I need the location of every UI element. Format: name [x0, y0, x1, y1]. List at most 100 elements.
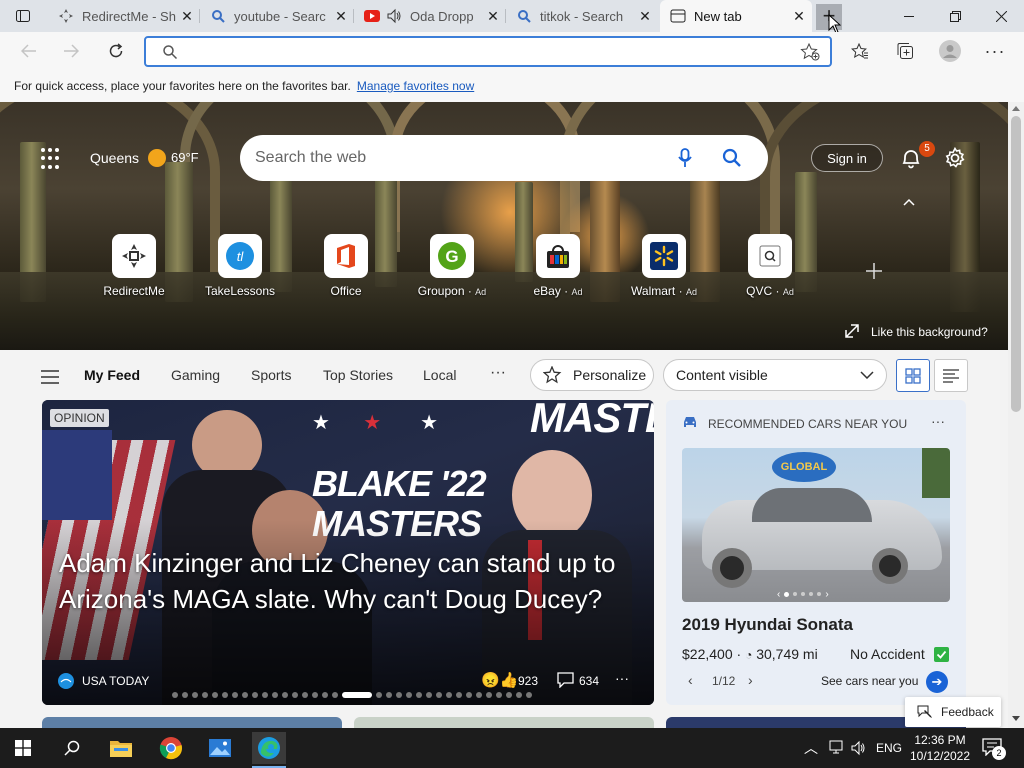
clock[interactable]: 12:36 PM 10/12/2022 — [904, 732, 976, 764]
list-view-button[interactable] — [934, 359, 968, 392]
feed-tab-local[interactable]: Local — [423, 367, 456, 383]
tab-new-tab[interactable]: New tab ✕ — [660, 0, 812, 32]
main-story-card[interactable]: MASTER ★ ★ ★ BLAKE '22 MASTERS OPINION A… — [42, 400, 654, 705]
search-icon[interactable] — [55, 732, 89, 764]
story-headline[interactable]: Adam Kinzinger and Liz Cheney can stand … — [59, 545, 649, 617]
photo-next-icon[interactable]: › — [825, 589, 828, 600]
search-favicon-icon — [210, 8, 226, 24]
arrow-right-icon[interactable]: ➔ — [926, 671, 948, 693]
content-visibility-dropdown[interactable]: Content visible — [663, 359, 887, 391]
web-search-box[interactable]: Search the web — [240, 135, 768, 181]
apps-launcher-icon[interactable] — [41, 148, 63, 170]
edge-taskbar-icon[interactable] — [252, 732, 286, 764]
search-icon[interactable] — [722, 148, 742, 168]
tab-titkok-search[interactable]: titkok - Search ✕ — [506, 0, 658, 32]
collections-icon[interactable] — [890, 36, 920, 66]
settings-gear-icon[interactable] — [944, 147, 966, 169]
tab-oda-dropp[interactable]: Oda Dropp ✕ — [354, 0, 506, 32]
like-background-link[interactable]: Like this background? — [871, 325, 988, 339]
quick-link-label: Office — [330, 284, 362, 298]
weather-location[interactable]: Queens — [90, 150, 139, 166]
carousel-indicators[interactable] — [172, 692, 532, 698]
expand-icon[interactable] — [845, 324, 859, 338]
add-favorite-icon[interactable] — [800, 43, 820, 61]
feed-tab-sports[interactable]: Sports — [251, 367, 291, 383]
feed-card-partial[interactable] — [42, 717, 342, 728]
back-arrow-icon[interactable] — [14, 36, 44, 66]
forward-arrow-icon[interactable] — [56, 36, 86, 66]
microphone-icon[interactable] — [678, 148, 692, 168]
grid-view-button[interactable] — [896, 359, 930, 392]
close-icon[interactable]: ✕ — [334, 9, 348, 23]
feed-card-partial[interactable] — [354, 717, 654, 728]
clock-time: 12:36 PM — [914, 733, 966, 747]
add-quick-link-icon[interactable] — [866, 263, 882, 279]
close-icon[interactable]: ✕ — [180, 9, 194, 23]
network-icon[interactable] — [828, 740, 844, 756]
profile-avatar[interactable] — [935, 36, 965, 66]
volume-icon[interactable] — [851, 740, 867, 756]
recommended-cars-card[interactable]: RECOMMENDED CARS NEAR YOU ··· GLOBAL ‹ › … — [666, 400, 966, 705]
see-cars-link[interactable]: See cars near you — [821, 674, 918, 688]
feed-more-button[interactable]: ··· — [490, 364, 506, 382]
redirectme-favicon-icon — [58, 8, 74, 24]
refresh-icon[interactable] — [101, 36, 131, 66]
close-icon[interactable]: ✕ — [486, 9, 500, 23]
tab-actions-icon[interactable] — [8, 1, 38, 31]
speedometer-icon: ◔ — [745, 648, 753, 662]
story-more-options[interactable]: ··· — [615, 670, 629, 686]
cars-card-header: RECOMMENDED CARS NEAR YOU — [708, 417, 908, 431]
pager-prev-icon[interactable]: ‹ — [688, 672, 693, 688]
scroll-up-icon[interactable] — [1012, 106, 1020, 111]
quick-link-qvc[interactable]: QVC · Ad — [730, 234, 810, 298]
quick-link-takelessons[interactable]: tl TakeLessons — [200, 234, 280, 298]
language-indicator[interactable]: ENG — [876, 741, 902, 755]
quick-link-redirectme[interactable]: RedirectMe — [94, 234, 174, 298]
speaker-icon[interactable] — [386, 8, 402, 24]
quick-link-groupon[interactable]: G Groupon · Ad — [412, 234, 492, 298]
ad-label: Ad — [782, 287, 794, 297]
car-photo[interactable]: GLOBAL ‹ › — [682, 448, 950, 602]
quick-link-label: eBay — [533, 284, 561, 298]
car-title[interactable]: 2019 Hyundai Sonata — [682, 615, 853, 635]
restore-button[interactable] — [932, 0, 978, 32]
close-icon[interactable]: ✕ — [638, 9, 652, 23]
reaction-emoji-icon[interactable]: 😠👍 — [481, 671, 518, 689]
tab-redirectme[interactable]: RedirectMe - Sh ✕ — [48, 0, 200, 32]
quick-link-walmart[interactable]: Walmart · Ad — [624, 234, 704, 298]
photos-icon[interactable] — [203, 732, 237, 764]
close-icon[interactable]: ✕ — [792, 9, 806, 23]
vertical-scrollbar[interactable] — [1008, 102, 1024, 728]
tab-youtube-search[interactable]: youtube - Searc ✕ — [200, 0, 354, 32]
feed-tab-top-stories[interactable]: Top Stories — [323, 367, 393, 383]
favorites-icon[interactable] — [845, 36, 875, 66]
quick-link-ebay[interactable]: eBay · Ad — [518, 234, 598, 298]
manage-favorites-link[interactable]: Manage favorites now — [357, 79, 474, 93]
chevron-up-icon[interactable]: ︿ — [804, 738, 818, 758]
minimize-button[interactable] — [886, 0, 932, 32]
story-source[interactable]: USA TODAY — [82, 674, 149, 688]
scroll-down-icon[interactable] — [1012, 716, 1020, 721]
feed-tab-my-feed[interactable]: My Feed — [84, 367, 140, 383]
photo-prev-icon[interactable]: ‹ — [777, 589, 780, 600]
feedback-label: Feedback — [941, 705, 994, 719]
feed-tab-gaming[interactable]: Gaming — [171, 367, 220, 383]
settings-more-icon[interactable]: ··· — [980, 36, 1010, 66]
quick-link-office[interactable]: Office — [306, 234, 386, 298]
pager-next-icon[interactable]: › — [748, 672, 753, 688]
sign-in-button[interactable]: Sign in — [811, 144, 883, 172]
weather-temperature[interactable]: 69°F — [171, 150, 199, 165]
hamburger-menu-icon[interactable] — [41, 370, 59, 384]
comment-icon[interactable] — [557, 672, 574, 688]
cars-more-options[interactable]: ··· — [931, 413, 945, 429]
close-window-button[interactable] — [978, 0, 1024, 32]
car-mileage: 30,749 mi — [756, 646, 818, 662]
windows-start-icon[interactable] — [6, 732, 40, 764]
chrome-icon[interactable] — [154, 732, 188, 764]
feedback-button[interactable]: Feedback — [905, 697, 1001, 727]
file-explorer-icon[interactable] — [104, 732, 138, 764]
personalize-button[interactable]: Personalize — [530, 359, 654, 391]
scrollbar-thumb[interactable] — [1011, 116, 1021, 412]
chevron-up-icon[interactable] — [903, 198, 915, 206]
address-bar[interactable] — [144, 36, 832, 67]
